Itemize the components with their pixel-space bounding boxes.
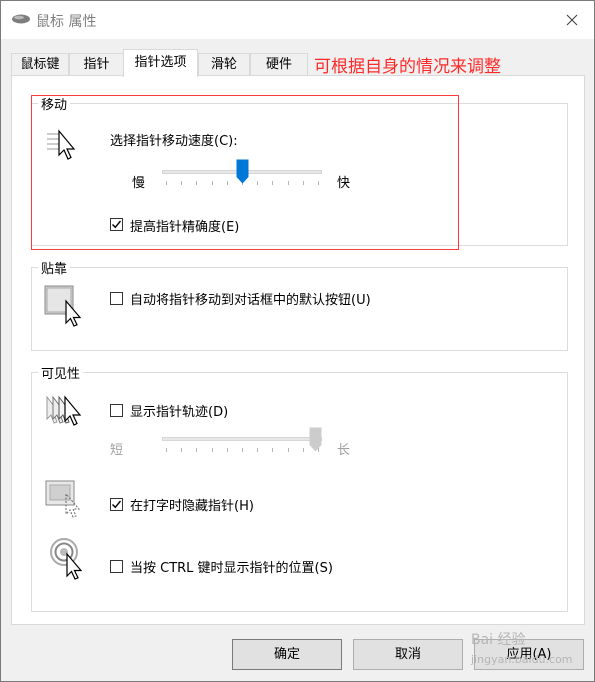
- hide-while-typing-label: 在打字时隐藏指针(H): [130, 499, 254, 514]
- tab-label: 硬件: [265, 57, 292, 72]
- ctrl-location-checkbox[interactable]: [110, 560, 123, 573]
- slider-tick: [181, 448, 183, 452]
- slider-tick: [257, 448, 259, 452]
- tab-label: 鼠标键: [20, 57, 60, 72]
- tab-label: 指针选项: [134, 55, 187, 70]
- snap-checkbox[interactable]: [110, 292, 123, 305]
- tab-hardware[interactable]: 硬件: [250, 53, 308, 75]
- slider-tick: [242, 448, 243, 452]
- slider-tick: [272, 448, 274, 452]
- slider-tick: [196, 448, 198, 452]
- ctrl-location-label: 当按 CTRL 键时显示指针的位置(S): [130, 561, 333, 576]
- cancel-label: 取消: [394, 647, 421, 662]
- slider-tick: [211, 448, 213, 452]
- cancel-button[interactable]: 取消: [353, 639, 463, 670]
- ok-button[interactable]: 确定: [232, 639, 342, 670]
- title-bar: 鼠标 属性: [1, 1, 594, 39]
- tab-label: 滑轮: [210, 57, 237, 72]
- short-label: 短: [110, 443, 124, 458]
- annotation-highlight-box: [31, 95, 459, 250]
- trails-label: 显示指针轨迹(D): [130, 405, 229, 420]
- tab-pointers[interactable]: 指针: [69, 53, 124, 75]
- tab-label: 指针: [83, 57, 110, 72]
- tab-pointer-options[interactable]: 指针选项: [123, 49, 198, 77]
- close-button[interactable]: [550, 1, 594, 39]
- pointer-trails-icon: [46, 395, 82, 426]
- snap-group: 贴靠: [31, 258, 568, 351]
- mouse-properties-dialog: 鼠标 属性 鼠标键 指针 指针选项 滑轮 硬件 可根据自身的情况来调整 移动 选…: [0, 0, 595, 682]
- slider-tick: [166, 448, 167, 452]
- window-title: 鼠标 属性: [36, 14, 97, 30]
- slider-tick: [302, 448, 304, 452]
- hide-while-typing-checkbox[interactable]: [110, 498, 123, 511]
- visibility-legend: 可见性: [38, 363, 84, 382]
- mouse-icon: [12, 14, 30, 24]
- ok-label: 确定: [273, 647, 300, 662]
- trails-slider-thumb[interactable]: [309, 427, 322, 452]
- close-icon: [566, 14, 578, 26]
- hide-pointer-icon: [45, 480, 81, 518]
- watermark-brand: Bai 经验: [471, 632, 526, 648]
- annotation-text: 可根据自身的情况来调整: [314, 57, 501, 77]
- check-icon: [112, 500, 122, 509]
- long-label: 长: [337, 443, 351, 458]
- snap-label: 自动将指针移动到对话框中的默认按钮(U): [130, 293, 371, 308]
- slider-tick: [226, 448, 228, 452]
- watermark-url: jingyan.baidu.com: [471, 653, 573, 666]
- slider-tick: [287, 448, 289, 452]
- tab-wheel[interactable]: 滑轮: [198, 53, 250, 75]
- tab-buttons[interactable]: 鼠标键: [11, 53, 69, 75]
- trails-checkbox[interactable]: [110, 404, 123, 417]
- snap-legend: 贴靠: [38, 258, 71, 277]
- trails-slider-track[interactable]: [162, 437, 322, 441]
- snap-to-icon: [44, 285, 82, 327]
- show-location-icon: [50, 538, 83, 580]
